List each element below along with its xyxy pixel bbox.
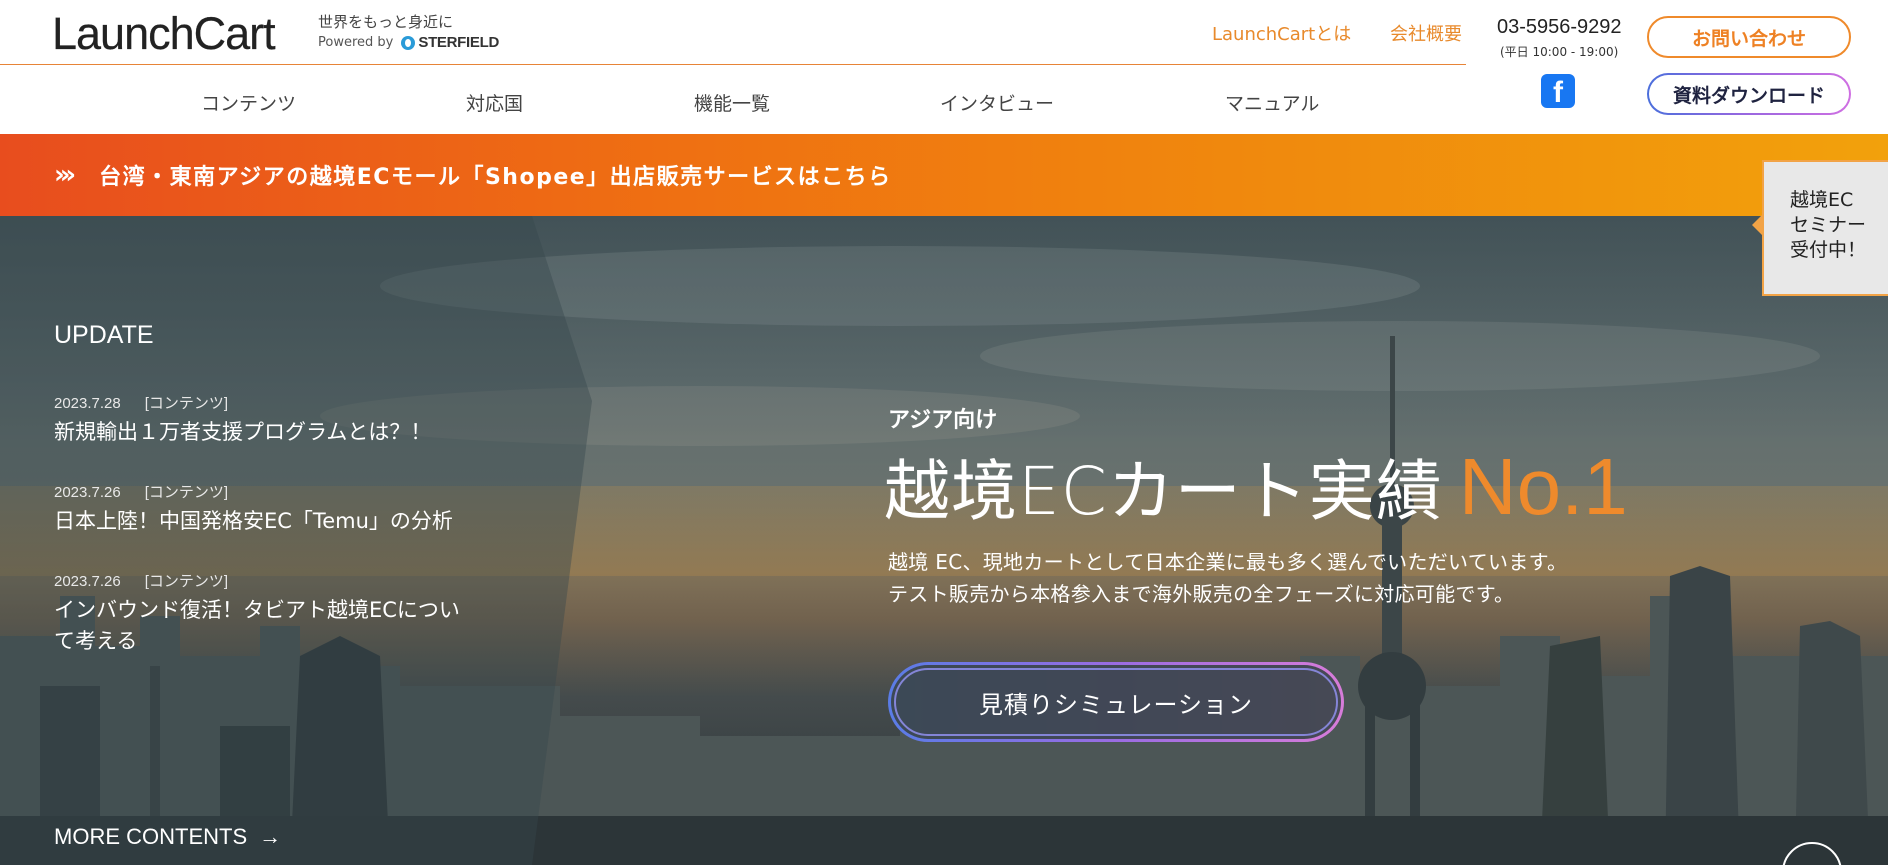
about-link[interactable]: LaunchCartとは [1212, 20, 1351, 46]
seminar-tab[interactable]: 越境EC セミナー 受付中！ [1752, 160, 1888, 296]
sterfield-name: STERFIELD [418, 34, 499, 51]
site-logo[interactable]: LaunchCart [52, 8, 276, 60]
header-divider [0, 64, 1466, 65]
chevron-right-icon: › [1807, 857, 1817, 865]
news-date: 2023.7.26 [54, 484, 121, 501]
news-title: 新規輸出１万者支援プログラムとは？！ [54, 420, 432, 444]
banner-text: 台湾・東南アジアの越境ECモール「Shopee」出店販売サービスはこちら [99, 165, 892, 190]
company-link[interactable]: 会社概要 [1390, 20, 1462, 46]
news-meta: 2023.7.26 [コンテンツ] [54, 570, 474, 591]
seminar-line-1: 越境EC [1790, 189, 1854, 211]
sterfield-icon [401, 35, 416, 50]
hero-desc-line-2: テスト販売から本格参入まで海外販売の全フェーズに対応可能です。 [888, 582, 1515, 606]
hero-headline: 越境ECカート実績 No.1 [884, 438, 1628, 534]
news-category: [コンテンツ] [144, 484, 229, 501]
news-item[interactable]: 2023.7.26 [コンテンツ] インバウンド復活！タビアト越境ECについて考え… [54, 570, 474, 657]
update-title: UPDATE [54, 321, 154, 349]
news-date: 2023.7.28 [54, 395, 121, 412]
estimate-button-frame: 見積りシミュレーション [891, 665, 1341, 739]
nav-item-contents[interactable]: コンテンツ [201, 89, 296, 116]
facebook-icon[interactable]: f [1541, 74, 1575, 108]
seminar-line-3: 受付中！ [1790, 239, 1867, 261]
update-panel-backdrop [0, 216, 592, 865]
hero-headline-accent: No.1 [1458, 442, 1628, 531]
download-button-label: 資料ダウンロード [1649, 75, 1849, 113]
news-category: [コンテンツ] [144, 573, 229, 590]
estimate-button-label: 見積りシミュレーション [894, 668, 1338, 736]
seminar-line-2: セミナー [1790, 214, 1867, 236]
business-hours: (平日 10:00 - 19:00) [1500, 45, 1619, 59]
powered-by-label: Powered by [318, 35, 394, 50]
nav-item-countries[interactable]: 対応国 [466, 89, 523, 116]
news-item[interactable]: 2023.7.28 [コンテンツ] 新規輸出１万者支援プログラムとは？！ [54, 392, 474, 448]
more-contents-label: MORE CONTENTS [54, 824, 248, 849]
nav-item-features[interactable]: 機能一覧 [694, 89, 770, 116]
phone-number[interactable]: 03-5956-9292 [1497, 16, 1622, 39]
nav-item-interview[interactable]: インタビュー [940, 89, 1054, 116]
hero-desc-line-1: 越境 EC、現地カートとして日本企業に最も多く選んでいただいています。 [888, 550, 1568, 574]
estimate-simulation-button[interactable]: 見積りシミュレーション [888, 662, 1344, 742]
facebook-glyph: f [1553, 76, 1563, 108]
contact-button[interactable]: お問い合わせ [1647, 16, 1851, 58]
news-title: 日本上陸！中国発格安EC「Temu」の分析 [54, 509, 453, 533]
site-header: LaunchCart 世界をもっと身近に Powered by STERFIEL… [0, 0, 1888, 134]
download-button[interactable]: 資料ダウンロード [1647, 73, 1851, 115]
news-meta: 2023.7.28 [コンテンツ] [54, 392, 474, 413]
hero-headline-text: 越境ECカート実績 [884, 453, 1443, 530]
arrow-right-icon: → [259, 824, 282, 849]
hero-description: 越境 EC、現地カートとして日本企業に最も多く選んでいただいています。 テスト販… [888, 546, 1567, 610]
news-date: 2023.7.26 [54, 573, 121, 590]
news-item[interactable]: 2023.7.26 [コンテンツ] 日本上陸！中国発格安EC「Temu」の分析 [54, 481, 474, 537]
page-root: LaunchCart 世界をもっと身近に Powered by STERFIEL… [0, 0, 1888, 865]
shopee-banner[interactable]: ››› 台湾・東南アジアの越境ECモール「Shopee」出店販売サービスはこちら [0, 134, 1888, 216]
news-meta: 2023.7.26 [コンテンツ] [54, 481, 474, 502]
more-contents-link[interactable]: MORE CONTENTS → [54, 824, 281, 850]
nav-item-manual[interactable]: マニュアル [1225, 89, 1319, 116]
sterfield-logo[interactable]: STERFIELD [401, 34, 499, 51]
hero-section: UPDATE 2023.7.28 [コンテンツ] 新規輸出１万者支援プログラムとは… [0, 216, 1888, 865]
news-category: [コンテンツ] [144, 395, 229, 412]
site-tagline: 世界をもっと身近に [318, 13, 454, 31]
hero-kicker: アジア向け [888, 408, 998, 433]
news-title: インバウンド復活！タビアト越境ECについて考える [54, 598, 460, 653]
triple-chevron-icon: ››› [54, 160, 76, 190]
powered-by: Powered by STERFIELD [318, 34, 499, 51]
